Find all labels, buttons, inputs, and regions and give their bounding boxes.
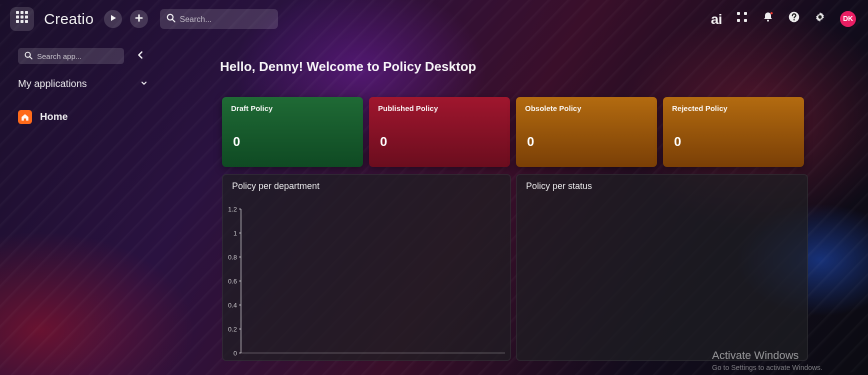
ai-button[interactable]: ai	[711, 11, 722, 27]
page-title: Hello, Denny! Welcome to Policy Desktop	[220, 59, 477, 74]
windows-activation-watermark: Activate Windows Go to Settings to activ…	[712, 350, 823, 373]
policy-per-status-panel: Policy per status	[516, 174, 808, 361]
my-applications-label: My applications	[18, 78, 87, 90]
brand-logo: Creatio	[44, 10, 94, 28]
sidebar-search[interactable]	[18, 48, 124, 64]
draft-policy-title: Draft Policy	[231, 104, 273, 113]
bell-icon[interactable]	[762, 10, 774, 28]
add-button[interactable]	[129, 10, 148, 28]
obsolete-policy-value: 0	[527, 134, 535, 149]
help-icon[interactable]	[788, 10, 800, 28]
activate-windows-subtitle: Go to Settings to activate Windows.	[712, 365, 823, 372]
creatio-app: Creatio Search... ai DK Search app... My…	[0, 0, 868, 375]
y-axis-tick-label: 1.2	[228, 207, 237, 214]
rejected-policy-value: 0	[674, 134, 682, 149]
obsolete-policy-title: Obsolete Policy	[525, 104, 582, 113]
draft-policy-card[interactable]: Draft Policy 0	[222, 97, 363, 167]
search-icon	[24, 47, 33, 65]
draft-policy-value: 0	[233, 134, 241, 149]
global-search[interactable]	[159, 9, 278, 29]
top-bar: Creatio Search... ai DK	[0, 0, 868, 38]
sidebar: My applications Home	[0, 38, 160, 375]
run-button[interactable]	[103, 10, 122, 28]
plus-icon	[134, 10, 144, 28]
collapse-sidebar-button[interactable]	[134, 48, 146, 64]
y-axis-tick-label: 0.6	[228, 279, 237, 286]
y-axis-tick-label: 1	[233, 231, 237, 238]
sidebar-item-home-label: Home	[40, 111, 68, 123]
published-policy-card[interactable]: Published Policy 0	[369, 97, 510, 167]
published-policy-title: Published Policy	[378, 104, 439, 113]
avatar[interactable]: DK	[840, 11, 856, 27]
y-axis-tick-label: 0.2	[228, 327, 237, 334]
policy-per-department-chart: 1.2 1 0.8 0.6 0.4 0.2 0	[228, 207, 505, 358]
play-icon	[108, 10, 118, 28]
apps-grid-button[interactable]	[10, 7, 34, 31]
global-search-input[interactable]	[179, 14, 272, 24]
grid-small-icon[interactable]	[736, 10, 748, 28]
activate-windows-title: Activate Windows	[712, 350, 799, 362]
sidebar-search-input[interactable]	[37, 51, 117, 61]
y-axis-tick-label: 0.8	[228, 255, 237, 262]
rejected-policy-card[interactable]: Rejected Policy 0	[663, 97, 804, 167]
grid-icon	[15, 10, 29, 29]
my-applications-dropdown[interactable]: My applications	[18, 77, 148, 91]
policy-per-status-title: Policy per status	[526, 181, 593, 191]
y-axis-tick-label: 0.4	[228, 303, 237, 310]
home-icon	[18, 110, 32, 124]
y-axis-tick-label: 0	[233, 351, 237, 358]
search-icon	[166, 10, 176, 28]
obsolete-policy-card[interactable]: Obsolete Policy 0	[516, 97, 657, 167]
top-right-actions: ai DK	[711, 10, 858, 28]
policy-per-department-panel: Policy per department 1.2 1 0.8 0.6 0.4 0.2 0	[222, 174, 511, 361]
published-policy-value: 0	[380, 134, 388, 149]
sidebar-item-home[interactable]: Home	[18, 110, 68, 124]
chevron-left-icon	[135, 47, 145, 65]
chevron-down-icon	[140, 79, 148, 90]
gear-icon[interactable]	[814, 10, 826, 28]
rejected-policy-title: Rejected Policy	[672, 104, 728, 113]
